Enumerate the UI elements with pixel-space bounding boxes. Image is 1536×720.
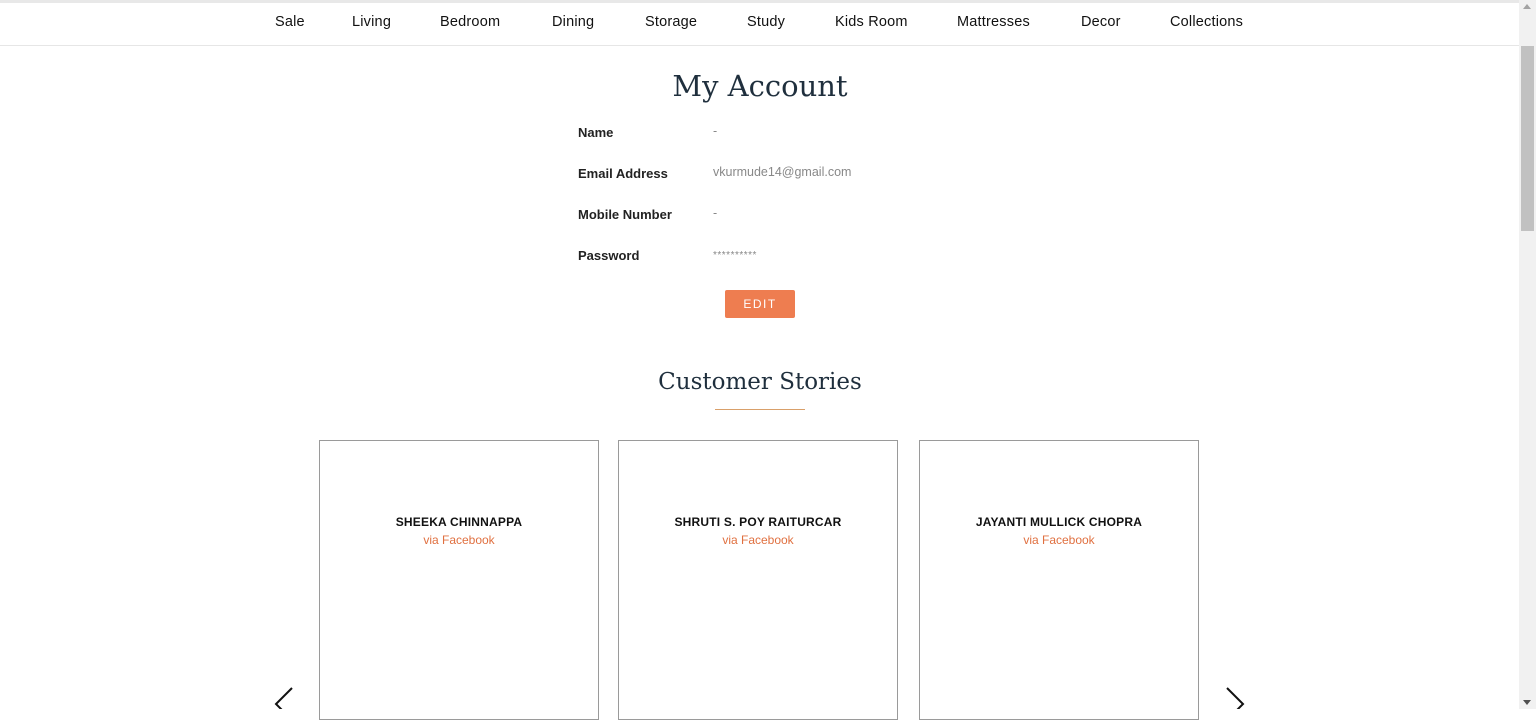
nav-item-dining[interactable]: Dining: [552, 14, 594, 30]
name-value: -: [713, 124, 718, 138]
nav-item-living[interactable]: Living: [352, 14, 391, 30]
edit-button[interactable]: EDIT: [725, 290, 795, 318]
story-author: SHEEKA CHINNAPPA: [395, 515, 523, 529]
nav-item-kids-room[interactable]: Kids Room: [835, 14, 908, 30]
story-author: SHRUTI S. POY RAITURCAR: [674, 515, 842, 529]
story-source: via Facebook: [423, 533, 495, 547]
scroll-up-arrow-icon[interactable]: [1523, 4, 1531, 9]
chevron-left-icon[interactable]: [273, 686, 295, 709]
name-label: Name: [578, 125, 614, 140]
story-source: via Facebook: [1023, 533, 1095, 547]
chevron-right-icon[interactable]: [1224, 686, 1246, 709]
story-author: JAYANTI MULLICK CHOPRA: [975, 515, 1143, 529]
story-card[interactable]: SHEEKA CHINNAPPA via Facebook: [319, 440, 599, 720]
customer-stories-title: Customer Stories: [658, 369, 862, 395]
scroll-down-arrow-icon[interactable]: [1523, 700, 1531, 705]
story-card[interactable]: SHRUTI S. POY RAITURCAR via Facebook: [618, 440, 898, 720]
nav-item-sale[interactable]: Sale: [275, 14, 305, 30]
email-label: Email Address: [578, 166, 668, 181]
story-source: via Facebook: [722, 533, 794, 547]
vertical-scrollbar[interactable]: [1519, 0, 1536, 709]
story-card[interactable]: JAYANTI MULLICK CHOPRA via Facebook: [919, 440, 1199, 720]
email-value: vkurmude14@gmail.com: [713, 165, 852, 179]
nav-item-decor[interactable]: Decor: [1081, 14, 1121, 30]
mobile-label: Mobile Number: [578, 207, 672, 222]
main-navigation: Sale Living Bedroom Dining Storage Study…: [0, 3, 1519, 46]
nav-item-mattresses[interactable]: Mattresses: [957, 14, 1030, 30]
title-underline: [715, 409, 805, 410]
scrollbar-thumb[interactable]: [1521, 46, 1534, 231]
password-label: Password: [578, 248, 640, 263]
page-title: My Account: [672, 69, 848, 103]
nav-item-collections[interactable]: Collections: [1170, 14, 1243, 30]
nav-item-bedroom[interactable]: Bedroom: [440, 14, 500, 30]
nav-item-storage[interactable]: Storage: [645, 14, 697, 30]
nav-item-study[interactable]: Study: [747, 14, 785, 30]
mobile-value: -: [713, 206, 718, 220]
password-value: **********: [713, 250, 757, 261]
